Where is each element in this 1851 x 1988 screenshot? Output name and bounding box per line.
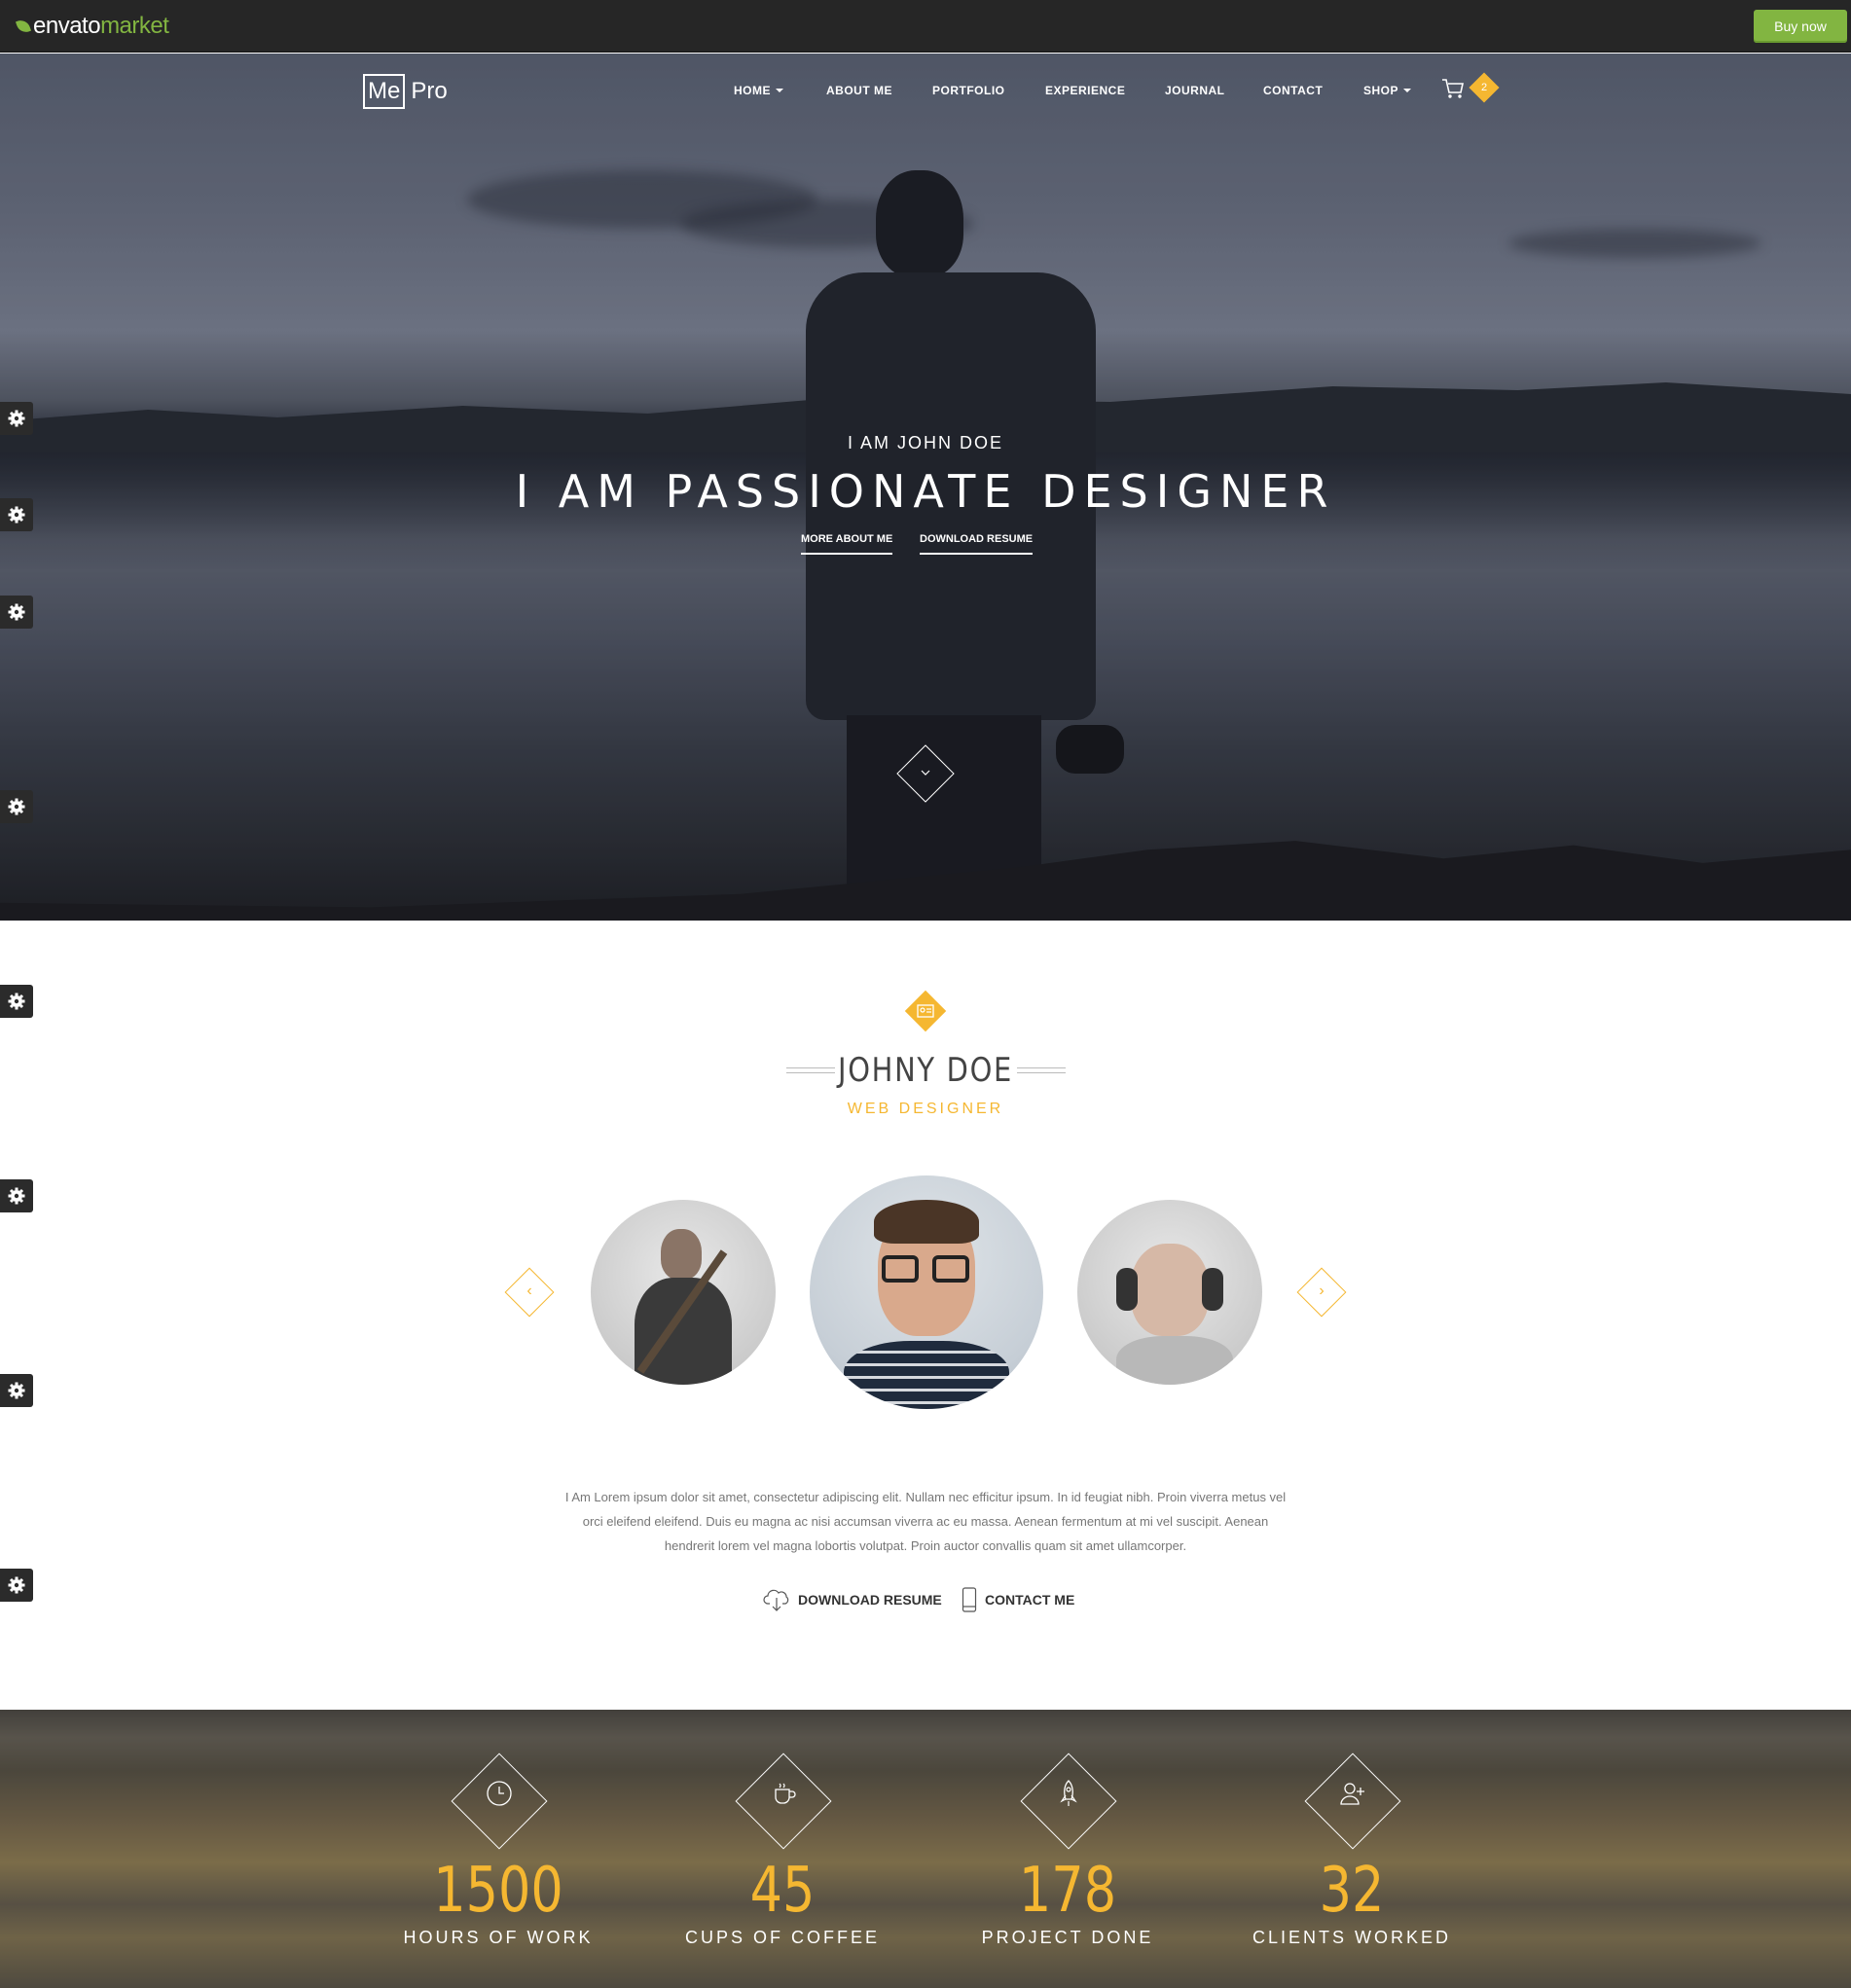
avatar-guitarist[interactable] xyxy=(591,1200,776,1385)
settings-gear-button[interactable] xyxy=(0,1179,33,1212)
stat-label: CLIENTS WORKED xyxy=(1252,1928,1452,1947)
stat-value: 32 xyxy=(1319,1855,1385,1927)
stat-label: PROJECT DONE xyxy=(981,1928,1154,1947)
nav-contact-label: CONTACT xyxy=(1263,84,1324,97)
hero-subtitle: I AM JOHN DOE xyxy=(847,433,1003,452)
gear-icon xyxy=(8,1187,25,1205)
envato-brand-text: envato xyxy=(33,13,101,39)
gear-icon xyxy=(8,603,25,621)
id-card-icon xyxy=(917,1004,934,1018)
settings-gear-button[interactable] xyxy=(0,1569,33,1602)
cart-icon[interactable] xyxy=(1441,78,1465,99)
nav-experience-label: EXPERIENCE xyxy=(1045,84,1126,97)
chevron-left-icon: ‹ xyxy=(526,1283,532,1299)
avatar-main[interactable] xyxy=(810,1175,1043,1409)
profile-bio: I Am Lorem ipsum dolor sit amet, consect… xyxy=(564,1490,1287,1553)
profile-name: JOHNY DOE xyxy=(837,1051,1014,1090)
add-user-icon xyxy=(1340,1783,1364,1805)
cloud-download-icon xyxy=(763,1589,789,1611)
leaf-icon xyxy=(15,18,32,35)
nav-shop[interactable]: SHOP xyxy=(1363,84,1412,97)
avatar-shirt xyxy=(635,1278,732,1385)
headphone-right xyxy=(1202,1268,1223,1311)
gear-icon xyxy=(8,993,25,1010)
rocket-icon xyxy=(1060,1780,1077,1806)
avatar-shirt xyxy=(1116,1336,1233,1385)
avatar-headphones[interactable] xyxy=(1077,1200,1262,1385)
hero-title: I AM PASSIONATE DESIGNER xyxy=(515,465,1336,518)
gear-icon xyxy=(8,798,25,815)
mobile-phone-icon xyxy=(962,1587,977,1612)
headphone-left xyxy=(1116,1268,1138,1311)
nav-journal-label: JOURNAL xyxy=(1165,84,1225,97)
nav-about-label: ABOUT ME xyxy=(826,84,892,97)
avatar-hair xyxy=(874,1200,979,1244)
nav-journal[interactable]: JOURNAL xyxy=(1165,84,1225,97)
coffee-icon xyxy=(775,1783,796,1804)
nav-home-label: HOME xyxy=(734,84,771,97)
avatar-face xyxy=(661,1229,702,1280)
settings-gear-button[interactable] xyxy=(0,790,33,823)
envato-top-bar: envato market Buy now xyxy=(0,0,1851,53)
nav-portfolio-label: PORTFOLIO xyxy=(932,84,1005,97)
clock-icon xyxy=(487,1781,512,1806)
envato-market-logo[interactable]: envato market xyxy=(15,13,169,40)
stat-value: 178 xyxy=(1018,1855,1117,1927)
glasses-left xyxy=(882,1255,919,1283)
cart-count: 2 xyxy=(1480,82,1488,93)
stat-label: CUPS OF COFFEE xyxy=(684,1928,880,1947)
settings-gear-button[interactable] xyxy=(0,596,33,629)
settings-gear-button[interactable] xyxy=(0,402,33,435)
stats-section xyxy=(0,1710,1851,1988)
glasses-right xyxy=(932,1255,969,1283)
caret-down-icon xyxy=(1403,89,1412,92)
avatar-shirt xyxy=(844,1341,1009,1409)
contact-me-link[interactable]: CONTACT ME xyxy=(962,1587,1074,1612)
gear-icon xyxy=(8,410,25,427)
settings-gear-button[interactable] xyxy=(0,498,33,531)
nav-contact[interactable]: CONTACT xyxy=(1263,84,1323,97)
chevron-right-icon: › xyxy=(1319,1283,1325,1299)
avatar-face xyxy=(1131,1244,1209,1336)
contact-me-label: CONTACT ME xyxy=(985,1592,1075,1608)
download-resume-link[interactable]: DOWNLOAD RESUME xyxy=(763,1587,942,1612)
nav-experience[interactable]: EXPERIENCE xyxy=(1045,84,1125,97)
caret-down-icon xyxy=(776,89,783,92)
stat-value: 45 xyxy=(749,1855,816,1927)
download-resume-button[interactable]: DOWNLOAD RESUME xyxy=(920,533,1034,555)
more-about-me-button[interactable]: MORE ABOUT ME xyxy=(801,533,893,555)
nav-home[interactable]: HOME xyxy=(734,84,783,97)
gear-icon xyxy=(8,1382,25,1399)
gear-icon xyxy=(8,1576,25,1594)
gear-icon xyxy=(8,506,25,524)
envato-market-text: market xyxy=(100,13,169,39)
stat-value: 1500 xyxy=(433,1855,563,1927)
nav-portfolio[interactable]: PORTFOLIO xyxy=(932,84,1005,97)
buy-now-button[interactable]: Buy now xyxy=(1754,10,1847,43)
chevron-down-icon xyxy=(921,770,930,776)
main-nav: HOME ABOUT ME PORTFOLIO EXPERIENCE JOURN… xyxy=(0,84,1851,103)
download-resume-label: DOWNLOAD RESUME xyxy=(798,1592,942,1608)
nav-about-me[interactable]: ABOUT ME xyxy=(826,84,892,97)
settings-gear-button[interactable] xyxy=(0,1374,33,1407)
nav-shop-label: SHOP xyxy=(1363,84,1399,97)
settings-gear-button[interactable] xyxy=(0,985,33,1018)
stat-label: HOURS OF WORK xyxy=(403,1928,594,1947)
profile-role: WEB DESIGNER xyxy=(847,1101,1004,1117)
